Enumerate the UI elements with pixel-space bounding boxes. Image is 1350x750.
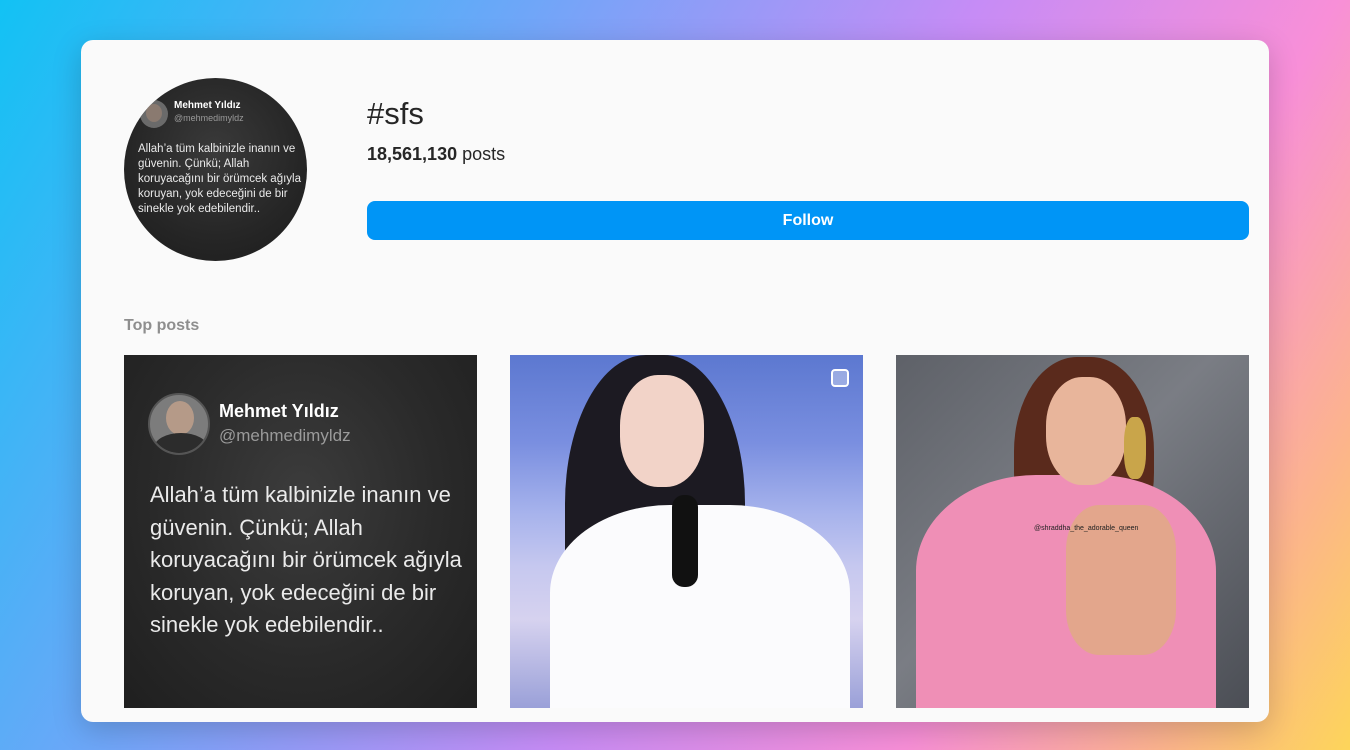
earring-shape	[1124, 417, 1146, 479]
avatar-author-handle: @mehmedimyldz	[174, 113, 244, 123]
post-author-name: Mehmet Yıldız	[219, 401, 339, 421]
hashtag-page-card: Mehmet Yıldız @mehmedimyldz Allah’a tüm …	[81, 40, 1269, 722]
post-author-handle: @mehmedimyldz	[219, 426, 351, 445]
top-post-2[interactable]	[510, 355, 863, 708]
top-post-3[interactable]: @shraddha_the_adorable_queen	[896, 355, 1249, 708]
post-watermark: @shraddha_the_adorable_queen	[1034, 525, 1139, 532]
top-post-1[interactable]: Mehmet Yıldız @mehmedimyldz Allah’a tüm …	[124, 355, 477, 708]
post-photo-face	[1046, 377, 1126, 485]
post-count-suffix: posts	[457, 144, 506, 164]
hashtag-title: #sfs	[367, 96, 424, 131]
microphone-shape	[672, 495, 698, 587]
post-author-photo	[148, 393, 210, 455]
hashtag-avatar: Mehmet Yıldız @mehmedimyldz Allah’a tüm …	[124, 78, 307, 261]
post-count-number: 18,561,130	[367, 144, 458, 164]
avatar-profile-photo	[140, 100, 168, 128]
top-posts-heading: Top posts	[124, 317, 200, 334]
follow-button[interactable]: Follow	[367, 201, 1249, 240]
post-count: 18,561,130 posts	[367, 144, 505, 165]
post-photo-face	[620, 375, 704, 487]
avatar-author-name: Mehmet Yıldız	[174, 100, 241, 111]
avatar-quote-text: Allah’a tüm kalbinizle inanın ve güvenin…	[138, 143, 301, 215]
post-quote-text: Allah’a tüm kalbinizle inanın ve güvenin…	[150, 482, 462, 637]
multiple-images-icon	[831, 369, 849, 387]
post-photo-dress	[550, 505, 850, 708]
